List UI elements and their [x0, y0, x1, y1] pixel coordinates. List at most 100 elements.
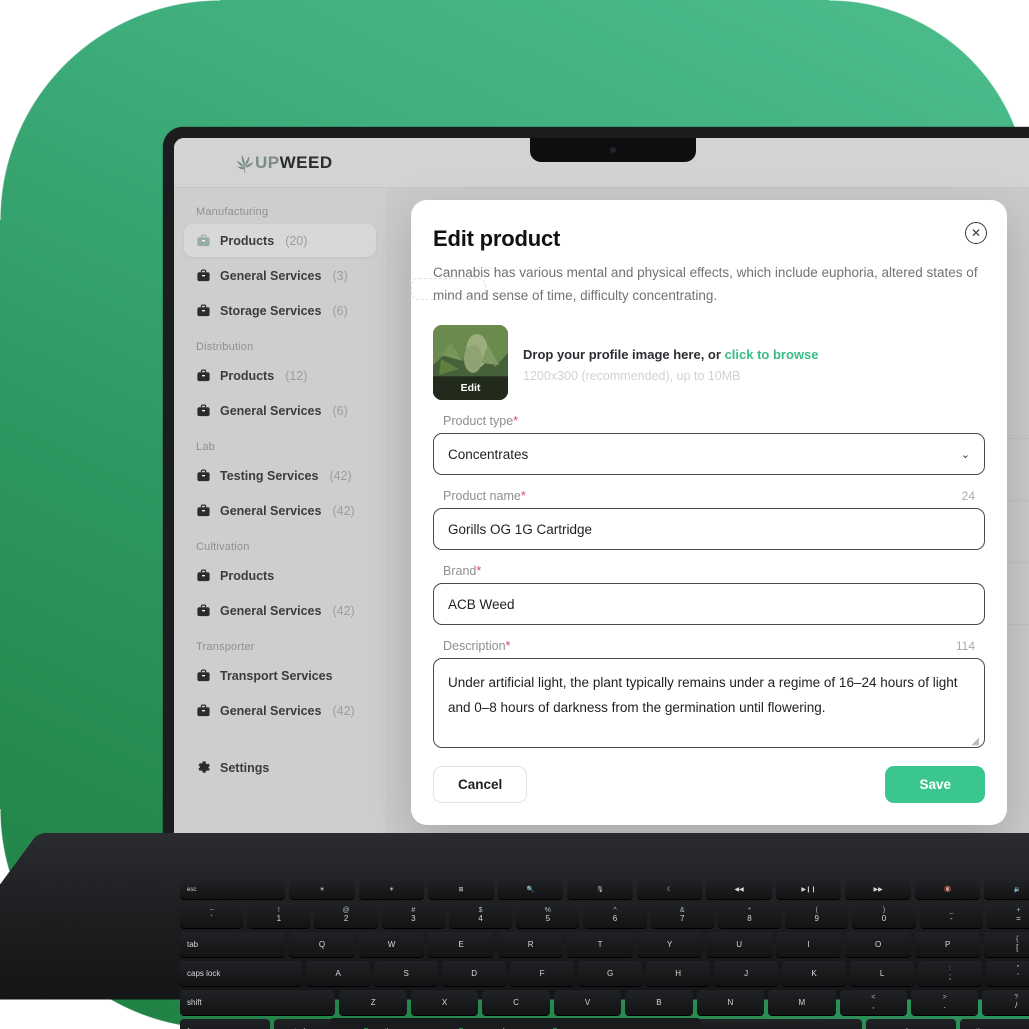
sidebar-item-storage-services[interactable]: Storage Services (6) [184, 294, 376, 327]
keyboard-key[interactable]: 🎙 [567, 880, 633, 899]
keyboard-key[interactable]: D [442, 961, 507, 986]
keyboard-key[interactable]: & 7 [650, 903, 714, 928]
product-type-select[interactable]: Concentrates ⌄ [433, 433, 985, 476]
keyboard-key[interactable]: :; [918, 961, 983, 986]
keyboard-key[interactable]: ) 0 [852, 903, 916, 928]
keyboard-key[interactable]: J [714, 961, 779, 986]
keyboard-key[interactable]: G [578, 961, 643, 986]
sidebar-item-products[interactable]: Products (20) [184, 224, 376, 257]
app-logo[interactable]: UPWEED [236, 153, 333, 173]
keyboard-key[interactable]: H [646, 961, 711, 986]
sidebar-item-general-services[interactable]: General Services (42) [184, 594, 376, 627]
keyboard-key[interactable]: _ - [919, 903, 983, 928]
keyboard-key[interactable]: esc [180, 880, 286, 899]
sidebar-item-count: (3) [332, 268, 348, 283]
brand-input[interactable] [433, 583, 985, 626]
keyboard-key[interactable]: ◀◀ [706, 880, 772, 899]
keyboard-key[interactable]: % 5 [516, 903, 580, 928]
keyboard-key[interactable]: ^ 6 [583, 903, 647, 928]
sidebar-item-count: (42) [332, 503, 355, 518]
keyboard-key[interactable]: shift [180, 990, 336, 1015]
upload-prompt-text: Drop your profile image here, or [523, 347, 721, 363]
keyboard-key[interactable]: Z [339, 990, 407, 1015]
sidebar-item-count: (20) [285, 233, 308, 248]
keyboard-key[interactable]: V [553, 990, 622, 1015]
thumbnail-edit-label[interactable]: Edit [433, 376, 508, 401]
keyboard-key[interactable]: caps lock [180, 961, 303, 986]
keyboard-key[interactable]: Y [636, 932, 703, 957]
keyboard-key[interactable]: ⊞ [428, 880, 494, 899]
keyboard-key[interactable]: + = [986, 903, 1029, 928]
keyboard-key[interactable]: >. [911, 990, 979, 1015]
keyboard-key[interactable]: ☀ [289, 880, 355, 899]
sidebar-item-testing-services[interactable]: Testing Services (42) [184, 459, 376, 492]
description-textarea[interactable]: Under artificial light, the plant typica… [433, 658, 985, 749]
keyboard-key[interactable]: ▶❙❙ [775, 880, 842, 899]
keyboard-key[interactable]: tab [180, 932, 286, 957]
keyboard-key[interactable]: X [410, 990, 479, 1015]
keyboard-key[interactable]: A [306, 961, 371, 986]
keyboard-key[interactable]: @2 [314, 903, 378, 928]
keyboard-key[interactable]: 🔍 [497, 880, 564, 899]
sidebar-item-label: Storage Services [220, 303, 322, 318]
keyboard-key[interactable]: (9 [785, 903, 849, 928]
keyboard-key[interactable]: ~ ` [180, 903, 244, 928]
keyboard-key[interactable]: ▶▶ [845, 880, 911, 899]
keyboard-key[interactable]: ! 1 [247, 903, 311, 928]
keyboard-key[interactable]: M [768, 990, 836, 1015]
sidebar-item-general-services[interactable]: General Services (3) [184, 259, 376, 292]
keyboard-key[interactable]: <, [839, 990, 908, 1015]
keyboard-key[interactable]: #3 [381, 903, 445, 928]
close-icon[interactable]: ✕ [965, 222, 987, 244]
resize-grip-icon[interactable]: ◢ [971, 736, 979, 747]
product-name-input[interactable] [433, 508, 985, 551]
keyboard-key[interactable]: " ' [986, 961, 1029, 986]
keyboard-key[interactable]: ☀ [358, 880, 425, 899]
cancel-button[interactable]: Cancel [433, 766, 528, 804]
keyboard-key[interactable]: S [374, 961, 439, 986]
keyboard-key[interactable]: O [845, 932, 911, 957]
briefcase-icon [197, 669, 210, 682]
keyboard-key[interactable]: 🔇 [914, 880, 981, 899]
keyboard-key[interactable]: I [775, 932, 842, 957]
keyboard-key[interactable]: ? / [982, 990, 1029, 1015]
keyboard-key[interactable]: C [482, 990, 550, 1015]
sidebar-item-general-services[interactable]: General Services (6) [184, 394, 376, 427]
keyboard-key[interactable]: $4 [448, 903, 513, 928]
keyboard-key[interactable]: E [428, 932, 494, 957]
field-brand: Brand* [433, 564, 985, 626]
briefcase-icon [197, 304, 210, 317]
keyboard-key[interactable]: 🔉 [984, 880, 1029, 899]
keyboard-key[interactable]: fn [180, 1019, 271, 1029]
keyboard-key[interactable]: R [497, 932, 564, 957]
keyboard-key[interactable]: T [567, 932, 633, 957]
sidebar-item-products[interactable]: Products [184, 559, 376, 592]
keyboard-key[interactable]: B [625, 990, 693, 1015]
trackpad[interactable] [330, 1018, 700, 1028]
keyboard-key[interactable]: N [696, 990, 765, 1015]
keyboard-key[interactable]: W [358, 932, 425, 957]
keyboard-key[interactable]: K [782, 961, 847, 986]
edit-product-dialog: Edit product ✕ Cannabis has various ment… [411, 200, 1007, 826]
upload-dropzone-outline [411, 278, 486, 300]
sidebar-item-transport-services[interactable]: Transport Services [184, 659, 376, 692]
sidebar-item-general-services[interactable]: General Services (42) [184, 694, 376, 727]
sidebar-item-count: (42) [332, 703, 355, 718]
keyboard-key[interactable]: command [865, 1019, 956, 1029]
keyboard-key[interactable]: ☾ [636, 880, 703, 899]
keyboard-key[interactable]: option [959, 1019, 1029, 1029]
sidebar-item-settings[interactable]: Settings [184, 751, 376, 784]
keyboard-key[interactable]: P [914, 932, 981, 957]
keyboard-key[interactable]: {[ [984, 932, 1029, 957]
keyboard-key[interactable]: * 8 [717, 903, 782, 928]
keyboard-key[interactable]: Q [289, 932, 355, 957]
save-button[interactable]: Save [885, 766, 985, 804]
sidebar-item-general-services[interactable]: General Services (42) [184, 494, 376, 527]
keyboard-key[interactable]: U [706, 932, 772, 957]
product-image-thumbnail[interactable]: Edit [433, 325, 508, 401]
keyboard-key[interactable]: L [850, 961, 915, 986]
sidebar-item-products[interactable]: Products (12) [184, 359, 376, 392]
browse-link[interactable]: click to browse [725, 347, 819, 362]
keyboard-key[interactable]: F [510, 961, 575, 986]
sidebar-item-label: General Services [220, 503, 322, 518]
